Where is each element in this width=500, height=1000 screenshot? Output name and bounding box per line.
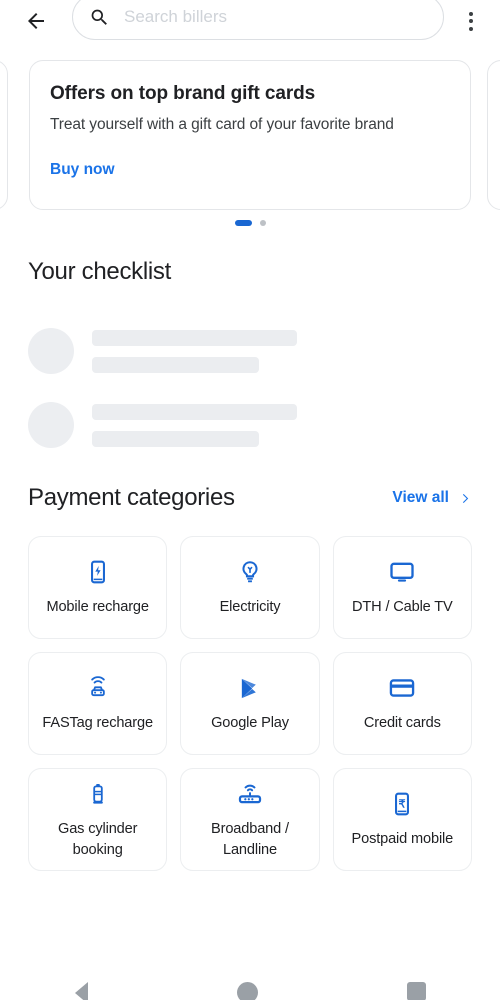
category-tile-label: Mobile recharge [46, 599, 149, 615]
payment-categories-title: Payment categories [28, 484, 235, 511]
offer-card-subtitle: Treat yourself with a gift card of your … [50, 116, 394, 133]
search-icon [89, 7, 110, 28]
offer-carousel-track[interactable]: Offers on top brand gift cards Treat you… [0, 60, 500, 210]
tv-monitor-icon [388, 557, 416, 587]
offer-card-title: Offers on top brand gift cards [50, 83, 316, 104]
carousel-dot-active[interactable] [234, 220, 252, 226]
checklist-header: Your checklist [28, 258, 472, 286]
arrow-back-icon [28, 13, 44, 29]
category-tile-broadband-landline[interactable]: Broadband / Landline [180, 768, 320, 871]
checklist-section: Your checklist [0, 258, 500, 448]
top-app-bar: Search billers [0, 0, 500, 42]
payment-categories-grid: Mobile recharge Electricity DTH / Cable … [0, 536, 500, 871]
category-tile-dth-cable-tv[interactable]: DTH / Cable TV [332, 536, 472, 639]
more-vert-icon-dot [469, 26, 473, 31]
credit-card-icon [388, 673, 416, 703]
overflow-menu-button[interactable] [456, 1, 486, 41]
category-tile-label: Google Play [211, 715, 289, 731]
payment-categories-header: Payment categories View all [0, 484, 500, 512]
google-play-icon [236, 673, 263, 703]
carousel-dot[interactable] [259, 220, 266, 226]
category-tile-credit-cards[interactable]: Credit cards [332, 652, 472, 755]
svg-text:₹: ₹ [399, 798, 406, 810]
category-tile-label: Broadband / Landline [211, 820, 289, 858]
view-all-label: View all [392, 489, 449, 506]
category-tile-label: Credit cards [363, 715, 441, 731]
skeleton-line-primary [92, 329, 297, 346]
category-tile-mobile-recharge[interactable]: Mobile recharge [28, 536, 168, 639]
offer-card-cta-link[interactable]: Buy now [50, 161, 450, 179]
offer-card[interactable]: Offers on top brand gift cards Treat you… [29, 60, 471, 210]
back-button[interactable] [16, 1, 56, 41]
more-vert-icon-dot [469, 19, 473, 23]
category-tile-label: DTH / Cable TV [352, 599, 453, 615]
mobile-recharge-icon [85, 557, 111, 587]
offer-card-peek-previous[interactable] [0, 60, 8, 210]
search-bar[interactable]: Search billers [72, 0, 444, 40]
category-tile-label: Electricity [219, 599, 281, 615]
skeleton-lines [92, 403, 297, 447]
system-back-icon[interactable] [74, 982, 88, 1000]
gas-cylinder-icon [86, 779, 110, 809]
category-tile-google-play[interactable]: Google Play [180, 652, 320, 755]
fastag-car-icon [85, 673, 111, 703]
system-recents-icon[interactable] [406, 982, 426, 1000]
lightbulb-icon [237, 557, 263, 587]
search-input-placeholder[interactable]: Search billers [124, 7, 227, 27]
skeleton-lines [92, 329, 297, 373]
checklist-skeleton-item [28, 402, 472, 448]
category-tile-label: FASTag recharge [42, 715, 153, 731]
payment-categories-section: Payment categories View all Mobile recha… [0, 484, 500, 871]
more-vert-icon-dot [469, 11, 473, 16]
checklist-title: Your checklist [28, 258, 171, 285]
checklist-skeleton-item [28, 328, 472, 374]
skeleton-avatar [28, 328, 74, 374]
category-tile-label: Postpaid mobile [351, 831, 454, 847]
offer-carousel[interactable]: Offers on top brand gift cards Treat you… [0, 60, 500, 226]
category-tile-label: Gas cylinder booking [58, 820, 138, 858]
category-tile-electricity[interactable]: Electricity [180, 536, 320, 639]
skeleton-line-secondary [92, 356, 259, 373]
view-all-button[interactable]: View all [392, 489, 472, 507]
category-tile-gas-cylinder-booking[interactable]: Gas cylinder booking [28, 768, 168, 871]
category-tile-fastag-recharge[interactable]: FASTag recharge [28, 652, 168, 755]
carousel-page-indicator [0, 220, 500, 226]
skeleton-avatar [28, 402, 74, 448]
chevron-right-icon [462, 493, 469, 503]
system-home-icon[interactable] [236, 982, 258, 1000]
router-wifi-icon [236, 779, 264, 809]
skeleton-line-secondary [92, 430, 259, 447]
system-navigation-bar [0, 970, 500, 1000]
skeleton-line-primary [92, 403, 297, 420]
offer-card-peek-next[interactable] [487, 60, 500, 210]
category-tile-postpaid-mobile[interactable]: ₹ Postpaid mobile [332, 768, 472, 871]
postpaid-rupee-icon: ₹ [389, 789, 415, 819]
checklist-skeleton-list [28, 328, 472, 448]
